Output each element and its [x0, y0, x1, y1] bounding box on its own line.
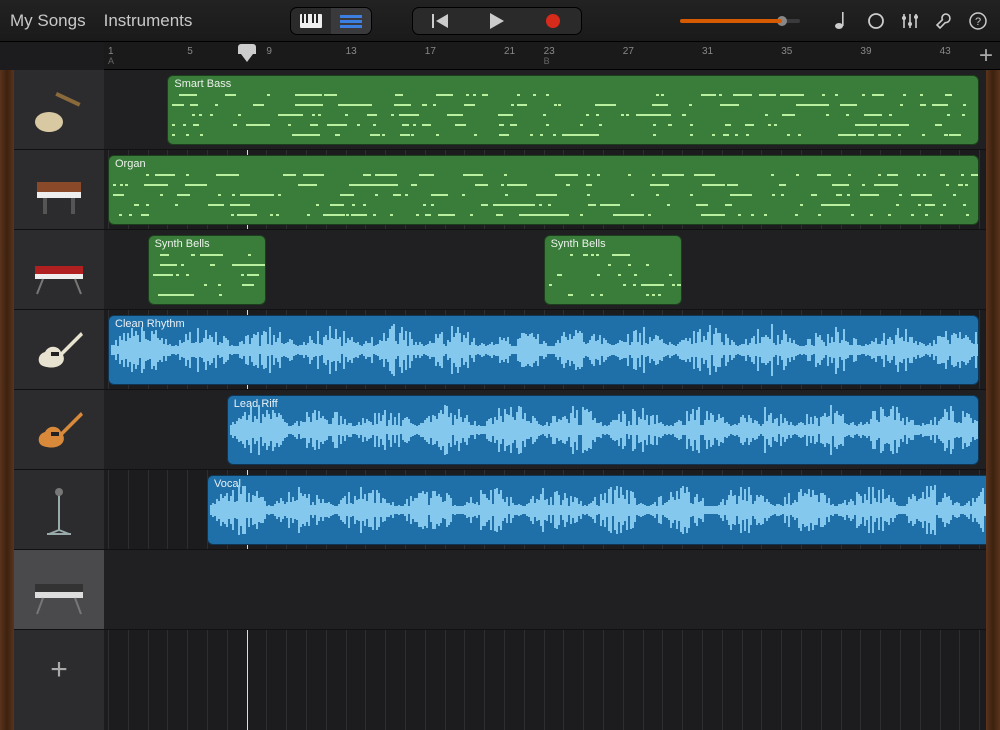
- left-wood-rail: [0, 70, 14, 730]
- region-label: Synth Bells: [551, 238, 606, 250]
- help-icon[interactable]: ?: [966, 9, 990, 33]
- playhead-handle[interactable]: [238, 44, 256, 54]
- track-header-empty[interactable]: [14, 550, 104, 630]
- keyboard-red-icon: [29, 242, 89, 298]
- ruler-tick: 5: [187, 46, 193, 57]
- region-bass-0[interactable]: Smart Bass: [167, 75, 979, 145]
- master-volume-slider[interactable]: [680, 19, 800, 23]
- organ-icon: [29, 162, 89, 218]
- empty-lane: [104, 630, 986, 730]
- track-header-vocal[interactable]: [14, 470, 104, 550]
- track-lane-organ[interactable]: Organ: [104, 150, 986, 230]
- timeline-ruler[interactable]: + 1A5913172123B2731353943: [104, 42, 1000, 70]
- track-header-organ[interactable]: [14, 150, 104, 230]
- region-lead-0[interactable]: Lead Riff: [227, 395, 979, 465]
- track-lane-bass[interactable]: Smart Bass: [104, 70, 986, 150]
- track-lane-vocal[interactable]: Vocal: [104, 470, 986, 550]
- ruler-tick: 35: [781, 46, 792, 57]
- record-button[interactable]: [525, 8, 581, 34]
- track-header-column: +: [14, 70, 104, 730]
- timeline-area[interactable]: Smart Bass Organ Synth Bells Synth Bells Cle…: [104, 70, 986, 730]
- ruler-tick: 31: [702, 46, 713, 57]
- region-organ-0[interactable]: Organ: [108, 155, 979, 225]
- section-marker: B: [544, 56, 550, 66]
- mixer-icon[interactable]: [898, 9, 922, 33]
- region-synth-1[interactable]: Synth Bells: [544, 235, 683, 305]
- workspace: + Smart Bass Organ Synth Bells Synth Bells C…: [0, 70, 1000, 730]
- ruler-tick: 17: [425, 46, 436, 57]
- track-header-synth[interactable]: [14, 230, 104, 310]
- region-synth-0[interactable]: Synth Bells: [148, 235, 267, 305]
- ruler-tick: 27: [623, 46, 634, 57]
- add-section-button[interactable]: +: [976, 46, 996, 66]
- loop-icon[interactable]: [864, 9, 888, 33]
- track-header-rhythm[interactable]: [14, 310, 104, 390]
- bass-guitar-icon: [29, 82, 89, 138]
- region-label: Synth Bells: [155, 238, 210, 250]
- region-rhythm-0[interactable]: Clean Rhythm: [108, 315, 979, 385]
- right-wood-rail: [986, 70, 1000, 730]
- ruler-tick: 9: [266, 46, 272, 57]
- my-songs-button[interactable]: My Songs: [10, 11, 86, 31]
- track-lane-lead[interactable]: Lead Riff: [104, 390, 986, 470]
- rewind-button[interactable]: [413, 8, 469, 34]
- region-label: Smart Bass: [174, 78, 231, 90]
- toolbar: My Songs Instruments ?: [0, 0, 1000, 42]
- track-lane-rhythm[interactable]: Clean Rhythm: [104, 310, 986, 390]
- note-icon[interactable]: [830, 9, 854, 33]
- region-label: Organ: [115, 158, 146, 170]
- ruler-tick: 39: [860, 46, 871, 57]
- transport-controls: [412, 7, 582, 35]
- track-header-lead[interactable]: [14, 390, 104, 470]
- track-lane-empty[interactable]: [104, 550, 986, 630]
- ruler-tick: 13: [346, 46, 357, 57]
- lespaul-guitar-icon: [29, 402, 89, 458]
- tracks-view-button[interactable]: [331, 8, 371, 34]
- strat-guitar-icon: [29, 322, 89, 378]
- region-label: Clean Rhythm: [115, 318, 185, 330]
- instruments-button[interactable]: Instruments: [104, 11, 193, 31]
- region-label: Vocal: [214, 478, 241, 490]
- track-lane-synth[interactable]: Synth Bells Synth Bells: [104, 230, 986, 310]
- region-vocal-0[interactable]: Vocal: [207, 475, 986, 545]
- region-label: Lead Riff: [234, 398, 278, 410]
- add-track-button[interactable]: +: [14, 630, 104, 710]
- svg-text:?: ?: [975, 16, 981, 28]
- ruler-tick: 43: [940, 46, 951, 57]
- play-button[interactable]: [469, 8, 525, 34]
- synth-keys-icon: [29, 562, 89, 618]
- wrench-icon[interactable]: [932, 9, 956, 33]
- piano-view-button[interactable]: [291, 8, 331, 34]
- track-header-bass[interactable]: [14, 70, 104, 150]
- ruler-tick: 21: [504, 46, 515, 57]
- view-mode-segmented: [290, 7, 372, 35]
- section-marker: A: [108, 56, 114, 66]
- mic-stand-icon: [29, 482, 89, 538]
